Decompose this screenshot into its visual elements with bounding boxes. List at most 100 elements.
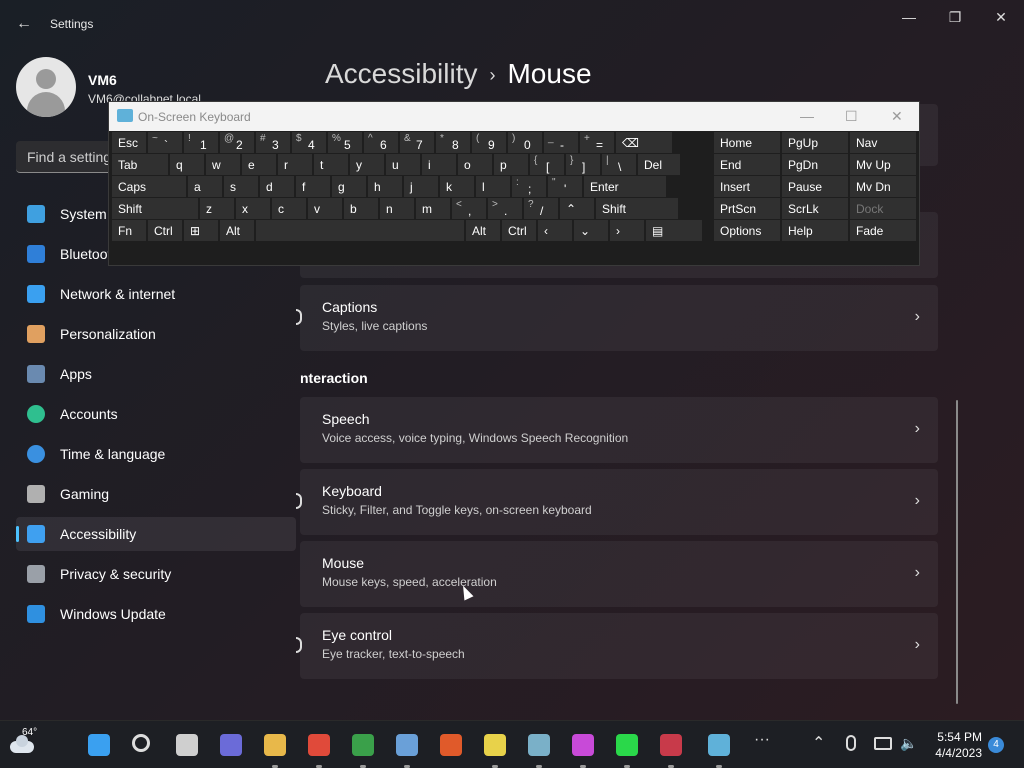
osk-key[interactable]: Tab: [112, 154, 168, 175]
card-captions[interactable]: Captions Styles, live captions ›: [296, 285, 938, 351]
osk-title-bar[interactable]: On-Screen Keyboard — ☐ ✕: [109, 102, 919, 131]
osk-key[interactable]: ›: [610, 220, 644, 241]
osk-key[interactable]: Shift: [112, 198, 198, 219]
osk-key[interactable]: k: [440, 176, 474, 197]
osk-key-home[interactable]: Home: [714, 132, 780, 153]
app-icon-t[interactable]: [440, 734, 462, 756]
osk-key[interactable]: Enter: [584, 176, 666, 197]
osk-key[interactable]: ~ `: [148, 132, 182, 153]
minimize-button[interactable]: —: [895, 8, 923, 26]
osk-key[interactable]: <,: [452, 198, 486, 219]
osk-key-prtscn[interactable]: PrtScn: [714, 198, 780, 219]
app-icon-winrar[interactable]: [660, 734, 682, 756]
osk-key[interactable]: ⊞: [184, 220, 218, 241]
app-icon-network[interactable]: [528, 734, 550, 756]
osk-key[interactable]: " ': [548, 176, 582, 197]
osk-key[interactable]: Alt: [466, 220, 500, 241]
more-icon[interactable]: ···: [754, 731, 770, 749]
osk-key-pgdn[interactable]: PgDn: [782, 154, 848, 175]
sidebar-item-time-language[interactable]: Time & language: [16, 437, 296, 471]
osk-key-options[interactable]: Options: [714, 220, 780, 241]
osk-key-insert[interactable]: Insert: [714, 176, 780, 197]
osk-key-nav[interactable]: Nav: [850, 132, 916, 153]
card-mouse[interactable]: Mouse Mouse keys, speed, acceleration ›: [300, 541, 938, 607]
osk-key[interactable]: j: [404, 176, 438, 197]
app-icon-virus[interactable]: [616, 734, 638, 756]
osk-maximize-button[interactable]: ☐: [845, 108, 858, 125]
app-icon-paint[interactable]: [572, 734, 594, 756]
maximize-button[interactable]: ❐: [941, 8, 969, 26]
osk-key[interactable]: h: [368, 176, 402, 197]
osk-key[interactable]: {[: [530, 154, 564, 175]
task-view-icon[interactable]: [176, 734, 198, 756]
osk-key[interactable]: y: [350, 154, 384, 175]
clock-date[interactable]: 4/4/2023: [926, 746, 982, 760]
sidebar-item-gaming[interactable]: Gaming: [16, 477, 296, 511]
osk-key[interactable]: [256, 220, 464, 241]
sidebar-item-accounts[interactable]: Accounts: [16, 397, 296, 431]
osk-key[interactable]: ^ 6: [364, 132, 398, 153]
osk-taskbar-icon[interactable]: [708, 734, 730, 756]
osk-key[interactable]: g: [332, 176, 366, 197]
osk-key-end[interactable]: End: [714, 154, 780, 175]
scrollbar[interactable]: [956, 400, 958, 704]
osk-key[interactable]: e: [242, 154, 276, 175]
osk-key[interactable]: @2: [220, 132, 254, 153]
osk-key[interactable]: Del: [638, 154, 680, 175]
osk-key[interactable]: | \: [602, 154, 636, 175]
osk-key[interactable]: p: [494, 154, 528, 175]
app-icon-help[interactable]: [484, 734, 506, 756]
osk-key[interactable]: ⌫: [616, 132, 672, 153]
notification-badge[interactable]: 4: [988, 737, 1004, 753]
osk-key[interactable]: ) 0: [508, 132, 542, 153]
osk-key[interactable]: }]: [566, 154, 600, 175]
osk-key[interactable]: d: [260, 176, 294, 197]
osk-key[interactable]: b: [344, 198, 378, 219]
osk-key[interactable]: :;: [512, 176, 546, 197]
card-speech[interactable]: Speech Voice access, voice typing, Windo…: [300, 397, 938, 463]
sidebar-item-windows-update[interactable]: Windows Update: [16, 597, 296, 631]
osk-key[interactable]: f: [296, 176, 330, 197]
card-keyboard[interactable]: Keyboard Sticky, Filter, and Toggle keys…: [296, 469, 938, 535]
osk-key[interactable]: #3: [256, 132, 290, 153]
osk-key-pause[interactable]: Pause: [782, 176, 848, 197]
teams-chat-icon[interactable]: [220, 734, 242, 756]
sidebar-item-network-internet[interactable]: Network & internet: [16, 277, 296, 311]
network-icon[interactable]: [874, 737, 892, 750]
sidebar-item-privacy-security[interactable]: Privacy & security: [16, 557, 296, 591]
osk-key[interactable]: c: [272, 198, 306, 219]
osk-key[interactable]: ‹: [538, 220, 572, 241]
osk-key[interactable]: Alt: [220, 220, 254, 241]
osk-key[interactable]: Caps: [112, 176, 186, 197]
close-button[interactable]: ✕: [987, 8, 1015, 26]
osk-key[interactable]: a: [188, 176, 222, 197]
osk-key-dock[interactable]: Dock: [850, 198, 916, 219]
osk-key[interactable]: Shift: [596, 198, 678, 219]
osk-key[interactable]: Esc: [112, 132, 146, 153]
osk-key[interactable]: m: [416, 198, 450, 219]
card-eye-control[interactable]: Eye control Eye tracker, text-to-speech …: [296, 613, 938, 679]
osk-key[interactable]: u: [386, 154, 420, 175]
osk-key[interactable]: $4: [292, 132, 326, 153]
osk-key-mv-up[interactable]: Mv Up: [850, 154, 916, 175]
osk-key-fade[interactable]: Fade: [850, 220, 916, 241]
osk-key[interactable]: + =: [580, 132, 614, 153]
osk-key[interactable]: q: [170, 154, 204, 175]
osk-key-scrlk[interactable]: ScrLk: [782, 198, 848, 219]
osk-key[interactable]: n: [380, 198, 414, 219]
app-icon-globe[interactable]: [396, 734, 418, 756]
osk-key[interactable]: w: [206, 154, 240, 175]
osk-key[interactable]: _ -: [544, 132, 578, 153]
clock-time[interactable]: 5:54 PM: [926, 730, 982, 744]
osk-key[interactable]: * 8: [436, 132, 470, 153]
osk-key-mv-dn[interactable]: Mv Dn: [850, 176, 916, 197]
osk-key[interactable]: ▤: [646, 220, 702, 241]
osk-key[interactable]: ⌃: [560, 198, 594, 219]
osk-key[interactable]: t: [314, 154, 348, 175]
osk-key[interactable]: i: [422, 154, 456, 175]
avatar[interactable]: [16, 57, 76, 117]
osk-key-pgup[interactable]: PgUp: [782, 132, 848, 153]
osk-key[interactable]: Fn: [112, 220, 146, 241]
osk-key[interactable]: Ctrl: [148, 220, 182, 241]
osk-key[interactable]: s: [224, 176, 258, 197]
